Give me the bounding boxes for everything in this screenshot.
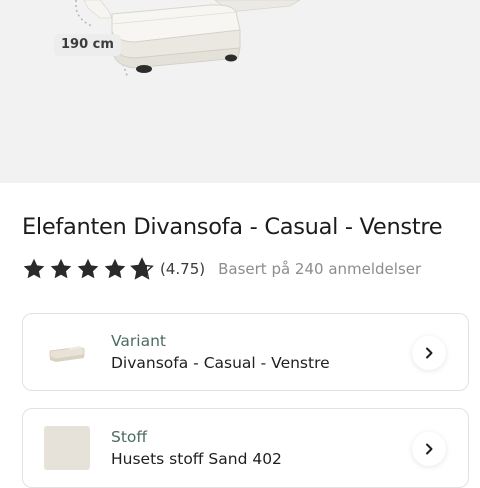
variant-selector[interactable]: Variant Divansofa - Casual - Venstre	[22, 313, 469, 391]
fabric-label: Stoff	[111, 428, 148, 446]
rating-row[interactable]: (4.75) Basert på 240 anmeldelser	[22, 256, 421, 282]
star-icon	[23, 258, 45, 279]
star-half-icon	[130, 257, 154, 280]
variant-chevron-button[interactable]	[412, 336, 446, 370]
product-title: Elefanten Divansofa - Casual - Venstre	[22, 214, 443, 240]
sofa-illustration	[75, 0, 301, 79]
chevron-right-icon	[426, 347, 433, 359]
star-icon	[104, 258, 126, 279]
product-image[interactable]: 190 cm	[0, 0, 480, 183]
variant-value: Divansofa - Casual - Venstre	[111, 354, 330, 372]
dimension-label: 190 cm	[54, 34, 121, 56]
fabric-swatch-icon	[44, 426, 90, 470]
sofa-thumbnail-icon	[49, 346, 85, 362]
variant-label: Variant	[111, 332, 166, 350]
star-icon	[77, 258, 99, 279]
fabric-chevron-button[interactable]	[412, 432, 446, 466]
fabric-selector[interactable]: Stoff Husets stoff Sand 402	[22, 408, 469, 488]
star-rating	[22, 257, 157, 281]
fabric-value: Husets stoff Sand 402	[111, 450, 282, 468]
rating-value: (4.75)	[160, 260, 206, 278]
star-icon	[50, 258, 72, 279]
chevron-right-icon	[426, 443, 433, 455]
review-count[interactable]: Basert på 240 anmeldelser	[218, 260, 421, 278]
